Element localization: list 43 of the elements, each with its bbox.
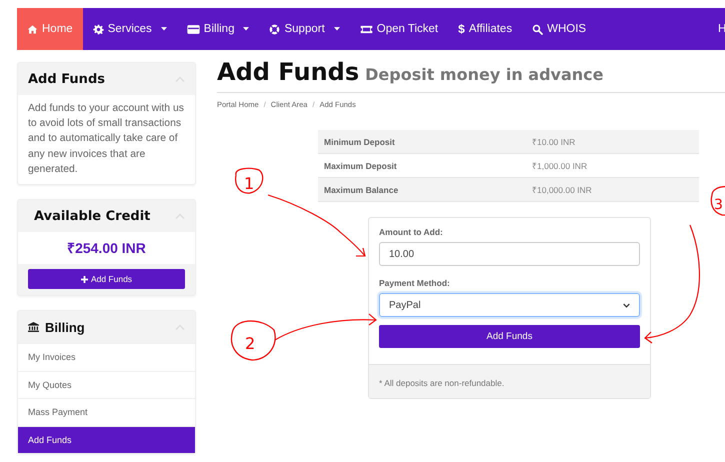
panel-title: Billing bbox=[45, 320, 85, 335]
page-subtitle: Deposit money in advance bbox=[365, 65, 604, 84]
gear-icon bbox=[92, 24, 104, 34]
sidebar-link[interactable]: My Quotes bbox=[18, 370, 195, 398]
nav-link[interactable]: H bbox=[718, 8, 725, 50]
table-cell: Minimum Deposit bbox=[318, 130, 526, 154]
field-label: Amount to Add: bbox=[379, 227, 444, 237]
caret-icon bbox=[243, 27, 250, 31]
field-label: Payment Method: bbox=[379, 278, 451, 288]
annotation-marker: 3 bbox=[710, 186, 725, 216]
sidebar-link[interactable]: Add Funds bbox=[18, 426, 195, 454]
ticket-icon bbox=[360, 24, 373, 34]
panel-title: Add Funds bbox=[28, 72, 105, 86]
lifebuoy-icon bbox=[269, 24, 280, 34]
nav-link[interactable]: Support bbox=[259, 8, 350, 50]
panel-title: Available Credit bbox=[34, 208, 150, 224]
plus-icon bbox=[80, 276, 88, 283]
panel-text: Add funds to your account with us to avoid lots of small transactions and to automatically take care of any new invoices that are generated. bbox=[27, 102, 185, 177]
sidebar-link[interactable]: My Invoices bbox=[18, 343, 195, 371]
payment-method-dropdown[interactable]: PayPal bbox=[379, 293, 640, 317]
nav-link[interactable]: $ Affiliates bbox=[448, 8, 522, 50]
table-cell: Maximum Balance bbox=[318, 178, 526, 202]
footnote: * All deposits are non-refundable. bbox=[379, 378, 504, 388]
table-cell: ₹10,000.00 INR bbox=[526, 178, 699, 202]
bank-icon bbox=[28, 322, 39, 332]
nav-link[interactable]: Open Ticket bbox=[350, 8, 448, 50]
add-funds-button[interactable]: Add Funds bbox=[379, 325, 640, 348]
credit-card-icon bbox=[186, 24, 200, 34]
caret-icon bbox=[160, 27, 167, 31]
add-funds-button[interactable]: Add Funds bbox=[28, 269, 185, 290]
amount-field[interactable]: 10.00 bbox=[379, 242, 640, 266]
nav-link[interactable]: Services bbox=[82, 8, 177, 50]
chevron-down-icon bbox=[623, 302, 630, 308]
page-title: Add Funds bbox=[217, 57, 360, 87]
nav-link[interactable]: WHOIS bbox=[522, 8, 596, 50]
nav-link[interactable]: Billing bbox=[176, 8, 260, 50]
caret-icon bbox=[334, 27, 340, 31]
credit-amount: ₹254.00 INR bbox=[66, 239, 147, 258]
home-icon bbox=[27, 24, 38, 34]
table-cell: ₹10.00 INR bbox=[526, 130, 699, 154]
annotation-marker: 2 bbox=[230, 320, 276, 361]
annotation-marker: 1 bbox=[235, 168, 264, 194]
search-icon bbox=[532, 24, 544, 34]
